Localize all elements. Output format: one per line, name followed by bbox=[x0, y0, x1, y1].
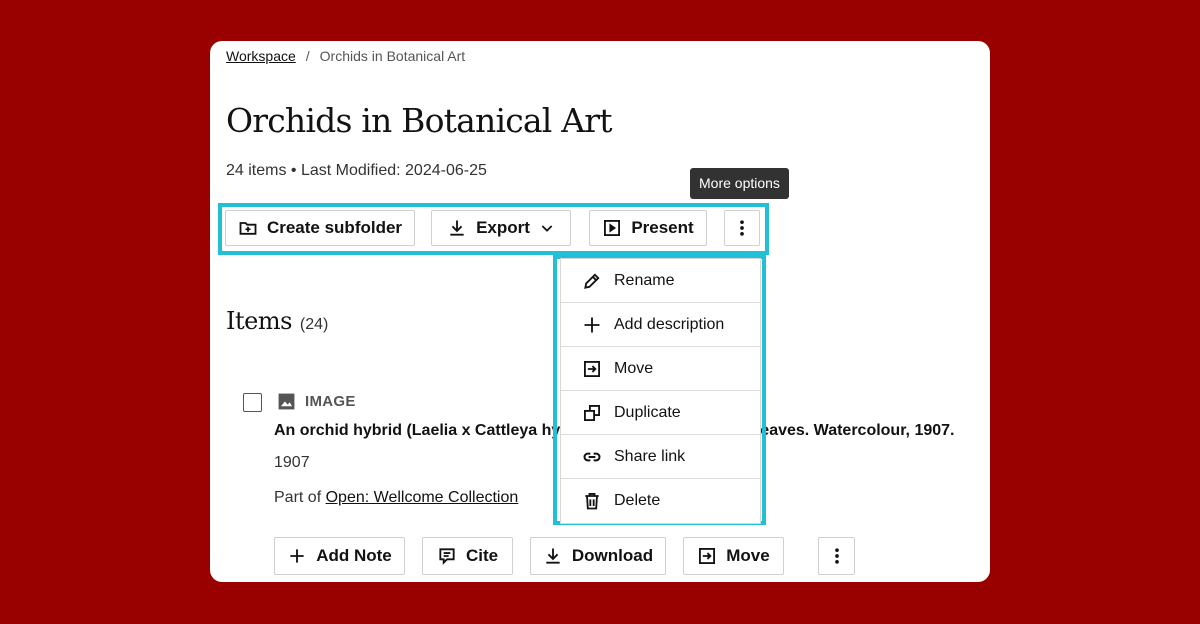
menu-item-label: Delete bbox=[614, 492, 661, 509]
item-type-label: IMAGE bbox=[305, 393, 356, 410]
menu-item-label: Move bbox=[614, 359, 654, 377]
export-button[interactable]: Export bbox=[431, 210, 571, 246]
image-icon bbox=[278, 393, 295, 410]
items-heading: Items (24) bbox=[226, 307, 328, 335]
plus-icon bbox=[290, 549, 304, 563]
menu-item-label: Add description bbox=[614, 315, 725, 333]
cite-label: Cite bbox=[465, 546, 499, 565]
item-more-options-button[interactable] bbox=[818, 537, 855, 575]
menu-item-move[interactable]: Move bbox=[561, 347, 760, 391]
move-icon bbox=[584, 360, 600, 377]
menu-item-label: Rename bbox=[614, 271, 675, 289]
items-count: (24) bbox=[299, 316, 329, 333]
item-move-label: Move bbox=[726, 546, 770, 565]
page-title: Orchids in Botanical Art bbox=[226, 101, 613, 140]
download-button[interactable]: Download bbox=[530, 537, 666, 575]
create-subfolder-label: Create subfolder bbox=[266, 218, 403, 237]
menu-item-delete[interactable]: Delete bbox=[561, 479, 760, 523]
item-source: Part of Open: Wellcome Collection bbox=[274, 489, 518, 507]
pencil-icon bbox=[584, 272, 600, 289]
folder-plus-icon bbox=[239, 222, 257, 235]
link-icon bbox=[583, 452, 601, 461]
add-note-button[interactable]: Add Note bbox=[274, 537, 405, 575]
chevron-down-icon bbox=[541, 225, 553, 232]
breadcrumb: Workspace / Orchids in Botanical Art bbox=[226, 48, 465, 64]
menu-item-duplicate[interactable]: Duplicate bbox=[561, 391, 760, 435]
download-icon bbox=[450, 220, 464, 236]
more-options-tooltip: More options bbox=[690, 168, 789, 199]
item-select-checkbox[interactable] bbox=[243, 393, 262, 412]
menu-item-rename[interactable]: Rename bbox=[561, 259, 760, 303]
menu-item-label: Duplicate bbox=[614, 403, 681, 421]
folder-panel: Workspace / Orchids in Botanical Art Orc… bbox=[210, 41, 990, 582]
kebab-icon bbox=[740, 220, 744, 236]
more-options-button[interactable] bbox=[724, 210, 760, 246]
item-source-link[interactable]: Open: Wellcome Collection bbox=[326, 489, 519, 506]
more-options-menu: Rename Add description Move Duplicate Sh… bbox=[560, 258, 761, 524]
download-label: Download bbox=[571, 546, 654, 565]
present-icon bbox=[604, 220, 621, 236]
breadcrumb-current: Orchids in Botanical Art bbox=[319, 48, 466, 64]
present-button[interactable]: Present bbox=[589, 210, 707, 246]
duplicate-icon bbox=[584, 404, 600, 421]
move-icon bbox=[699, 548, 716, 564]
item-move-button[interactable]: Move bbox=[683, 537, 784, 575]
breadcrumb-separator: / bbox=[305, 48, 310, 64]
menu-item-label: Share link bbox=[614, 447, 686, 465]
menu-item-share-link[interactable]: Share link bbox=[561, 435, 760, 479]
export-label: Export bbox=[476, 218, 530, 237]
breadcrumb-workspace-link[interactable]: Workspace bbox=[226, 48, 296, 64]
item-source-prefix: Part of bbox=[274, 489, 322, 506]
kebab-icon bbox=[834, 548, 839, 564]
cite-icon bbox=[439, 548, 455, 565]
add-note-label: Add Note bbox=[316, 546, 392, 565]
trash-icon bbox=[585, 493, 599, 510]
present-label: Present bbox=[631, 218, 694, 237]
cite-button[interactable]: Cite bbox=[422, 537, 513, 575]
download-icon bbox=[546, 548, 560, 564]
plus-icon bbox=[584, 317, 600, 332]
folder-meta: 24 items • Last Modified: 2024-06-25 bbox=[226, 162, 487, 179]
item-type: IMAGE bbox=[277, 392, 356, 411]
items-heading-label: Items bbox=[226, 307, 292, 335]
item-date: 1907 bbox=[274, 454, 310, 471]
create-subfolder-button[interactable]: Create subfolder bbox=[225, 210, 415, 246]
menu-item-add-description[interactable]: Add description bbox=[561, 303, 760, 347]
